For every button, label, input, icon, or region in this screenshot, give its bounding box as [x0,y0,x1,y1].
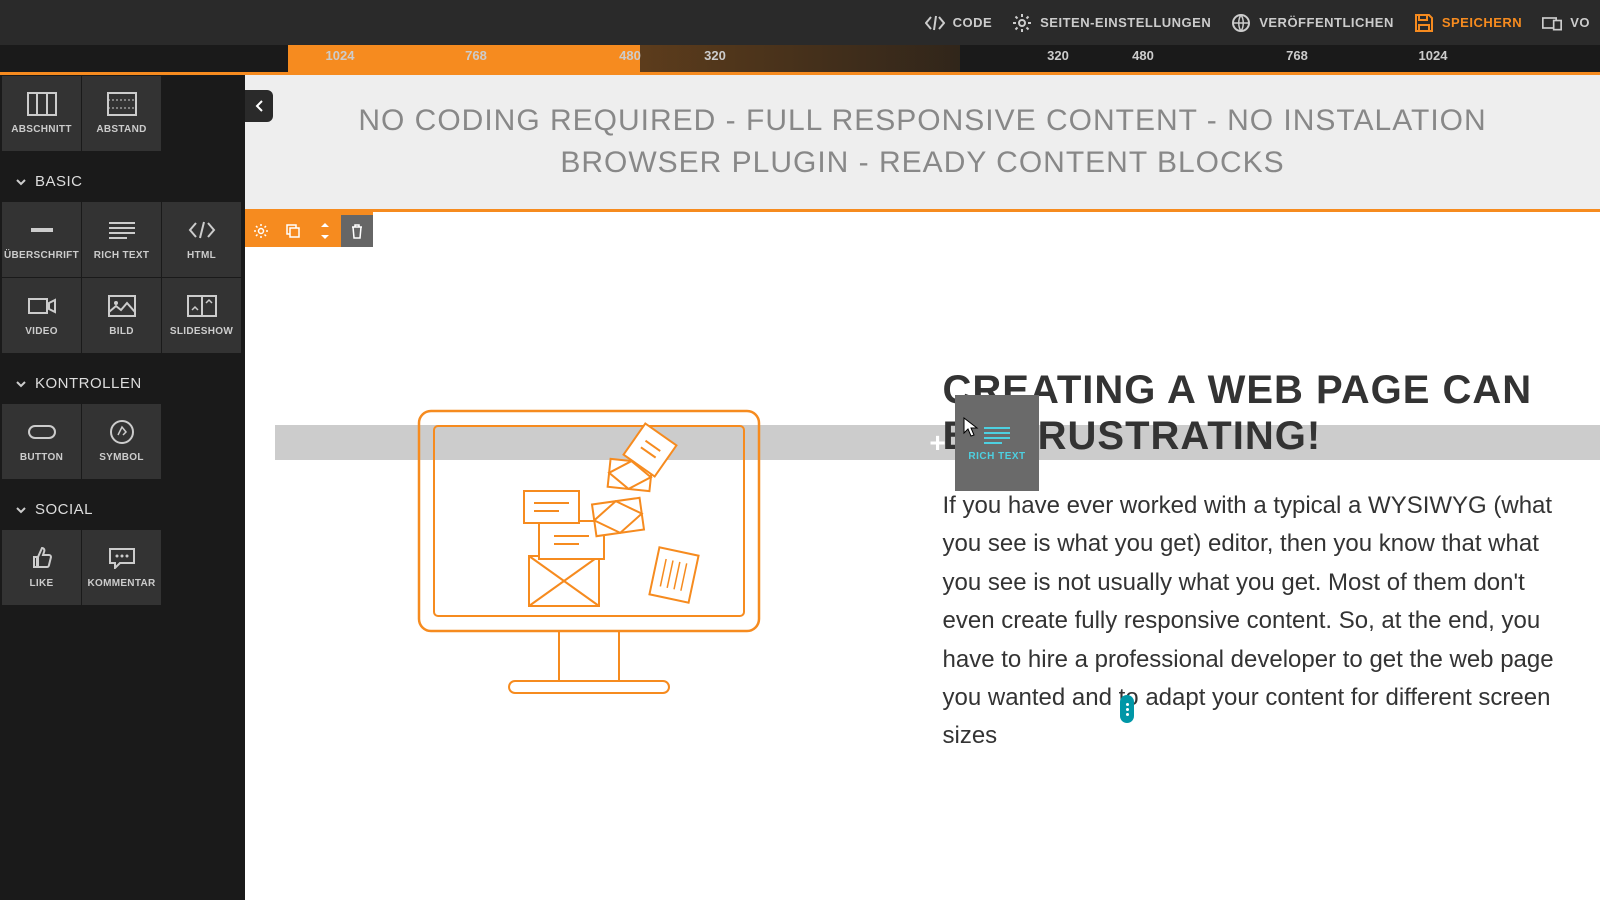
thumbsup-icon [26,546,58,570]
section-move-button[interactable] [309,215,341,247]
slideshow-icon [186,294,218,318]
section-basic[interactable]: BASIC [0,161,245,202]
widget-label: SYMBOL [99,452,144,463]
widget-html[interactable]: HTML [162,202,241,277]
button-icon [26,420,58,444]
section-social[interactable]: SOCIAL [0,489,245,530]
section-delete-button[interactable] [341,215,373,247]
copy-icon [285,223,301,239]
publish-label: VERÖFFENTLICHEN [1259,15,1394,30]
widget-richtext[interactable]: RICH TEXT [82,202,161,277]
widget-label: BILD [109,326,134,337]
widget-symbol[interactable]: SYMBOL [82,404,161,479]
section-social-label: SOCIAL [35,501,93,518]
spacing-icon [106,92,138,116]
ruler-mark: 480 [1132,48,1154,63]
chevron-left-icon [254,99,264,113]
widget-like[interactable]: LIKE [2,530,81,605]
code-icon [925,13,945,33]
ruler-mark: 768 [465,48,487,63]
drag-ghost-label: RICH TEXT [968,451,1025,462]
ruler-mark: 1024 [326,48,355,63]
image-icon [106,294,138,318]
symbol-icon [106,420,138,444]
cursor-icon [963,417,979,437]
breakpoint-ruler: 1024 768 480 320 320 480 768 1024 [0,45,1600,75]
publish-button[interactable]: VERÖFFENTLICHEN [1231,13,1394,33]
ruler-mark: 320 [1047,48,1069,63]
banner-line1: NO CODING REQUIRED - FULL RESPONSIVE CON… [275,100,1570,142]
drag-ghost-richtext: RICH TEXT [955,395,1039,491]
section-icon [26,92,58,116]
content-paragraph: If you have ever worked with a typical a… [943,487,1571,756]
section-controls[interactable]: KONTROLLEN [0,363,245,404]
widget-heading[interactable]: ÜBERSCHRIFT [2,202,81,277]
widget-label: ÜBERSCHRIFT [4,250,79,261]
save-icon [1414,13,1434,33]
widget-button[interactable]: BUTTON [2,404,81,479]
widget-video[interactable]: VIDEO [2,278,81,353]
settings-button[interactable]: SEITEN-EINSTELLUNGEN [1012,13,1211,33]
widget-label: HTML [187,250,216,261]
widget-label: LIKE [30,578,54,589]
globe-icon [1231,13,1251,33]
save-button[interactable]: SPEICHERN [1414,13,1522,33]
updown-icon [318,222,332,240]
widget-label: SLIDESHOW [170,326,233,337]
widget-label: ABSTAND [96,124,146,135]
widget-image[interactable]: BILD [82,278,161,353]
gear-icon [1012,13,1032,33]
html-icon [186,218,218,242]
widget-sidebar: WIDGETS INHALTSBLÖCKE LAYOUT ABSCHNITT A… [0,75,245,900]
section-settings-button[interactable] [245,215,277,247]
widget-comment[interactable]: KOMMENTAR [82,530,161,605]
section-controls-label: KONTROLLEN [35,375,142,392]
ruler-mark: 768 [1286,48,1308,63]
view-button[interactable]: VO [1542,13,1590,33]
richtext-icon [106,218,138,242]
widget-label: BUTTON [20,452,63,463]
illustration-column[interactable] [275,347,903,756]
chevron-down-icon [15,378,27,390]
chevron-down-icon [15,176,27,188]
heading-icon [26,218,58,242]
comment-icon [106,546,138,570]
content-row[interactable]: CREATING A WEB PAGE CAN BE FRUSTRATING! … [245,347,1600,756]
ruler-mark: 480 [619,48,641,63]
widget-slideshow[interactable]: SLIDESHOW [162,278,241,353]
widget-abschnitt[interactable]: ABSCHNITT [2,76,81,151]
section-toolbar [245,212,373,247]
save-label: SPEICHERN [1442,15,1522,30]
widget-abstand[interactable]: ABSTAND [82,76,161,151]
code-button[interactable]: CODE [925,13,993,33]
banner-section[interactable]: NO CODING REQUIRED - FULL RESPONSIVE CON… [245,75,1600,209]
widget-label: VIDEO [25,326,58,337]
widget-label: RICH TEXT [94,250,149,261]
selected-section-border [245,209,1600,247]
settings-label: SEITEN-EINSTELLUNGEN [1040,15,1211,30]
chevron-down-icon [15,504,27,516]
device-icon [1542,13,1562,33]
gear-icon [253,223,269,239]
canvas[interactable]: NO CODING REQUIRED - FULL RESPONSIVE CON… [245,75,1600,900]
view-label: VO [1570,15,1590,30]
banner-line2: BROWSER PLUGIN - READY CONTENT BLOCKS [275,142,1570,184]
code-label: CODE [953,15,993,30]
richtext-icon [982,425,1012,445]
monitor-illustration [399,401,779,701]
trash-icon [350,223,364,239]
ruler-mark: 320 [704,48,726,63]
widget-label: ABSCHNITT [11,124,71,135]
widget-label: KOMMENTAR [87,578,155,589]
top-toolbar: CODE SEITEN-EINSTELLUNGEN VERÖFFENTLICHE… [0,0,1600,45]
section-duplicate-button[interactable] [277,215,309,247]
ruler-mark: 1024 [1419,48,1448,63]
section-basic-label: BASIC [35,173,83,190]
column-resize-handle[interactable] [1120,695,1134,723]
video-icon [26,294,58,318]
collapse-sidebar-button[interactable] [245,90,273,122]
